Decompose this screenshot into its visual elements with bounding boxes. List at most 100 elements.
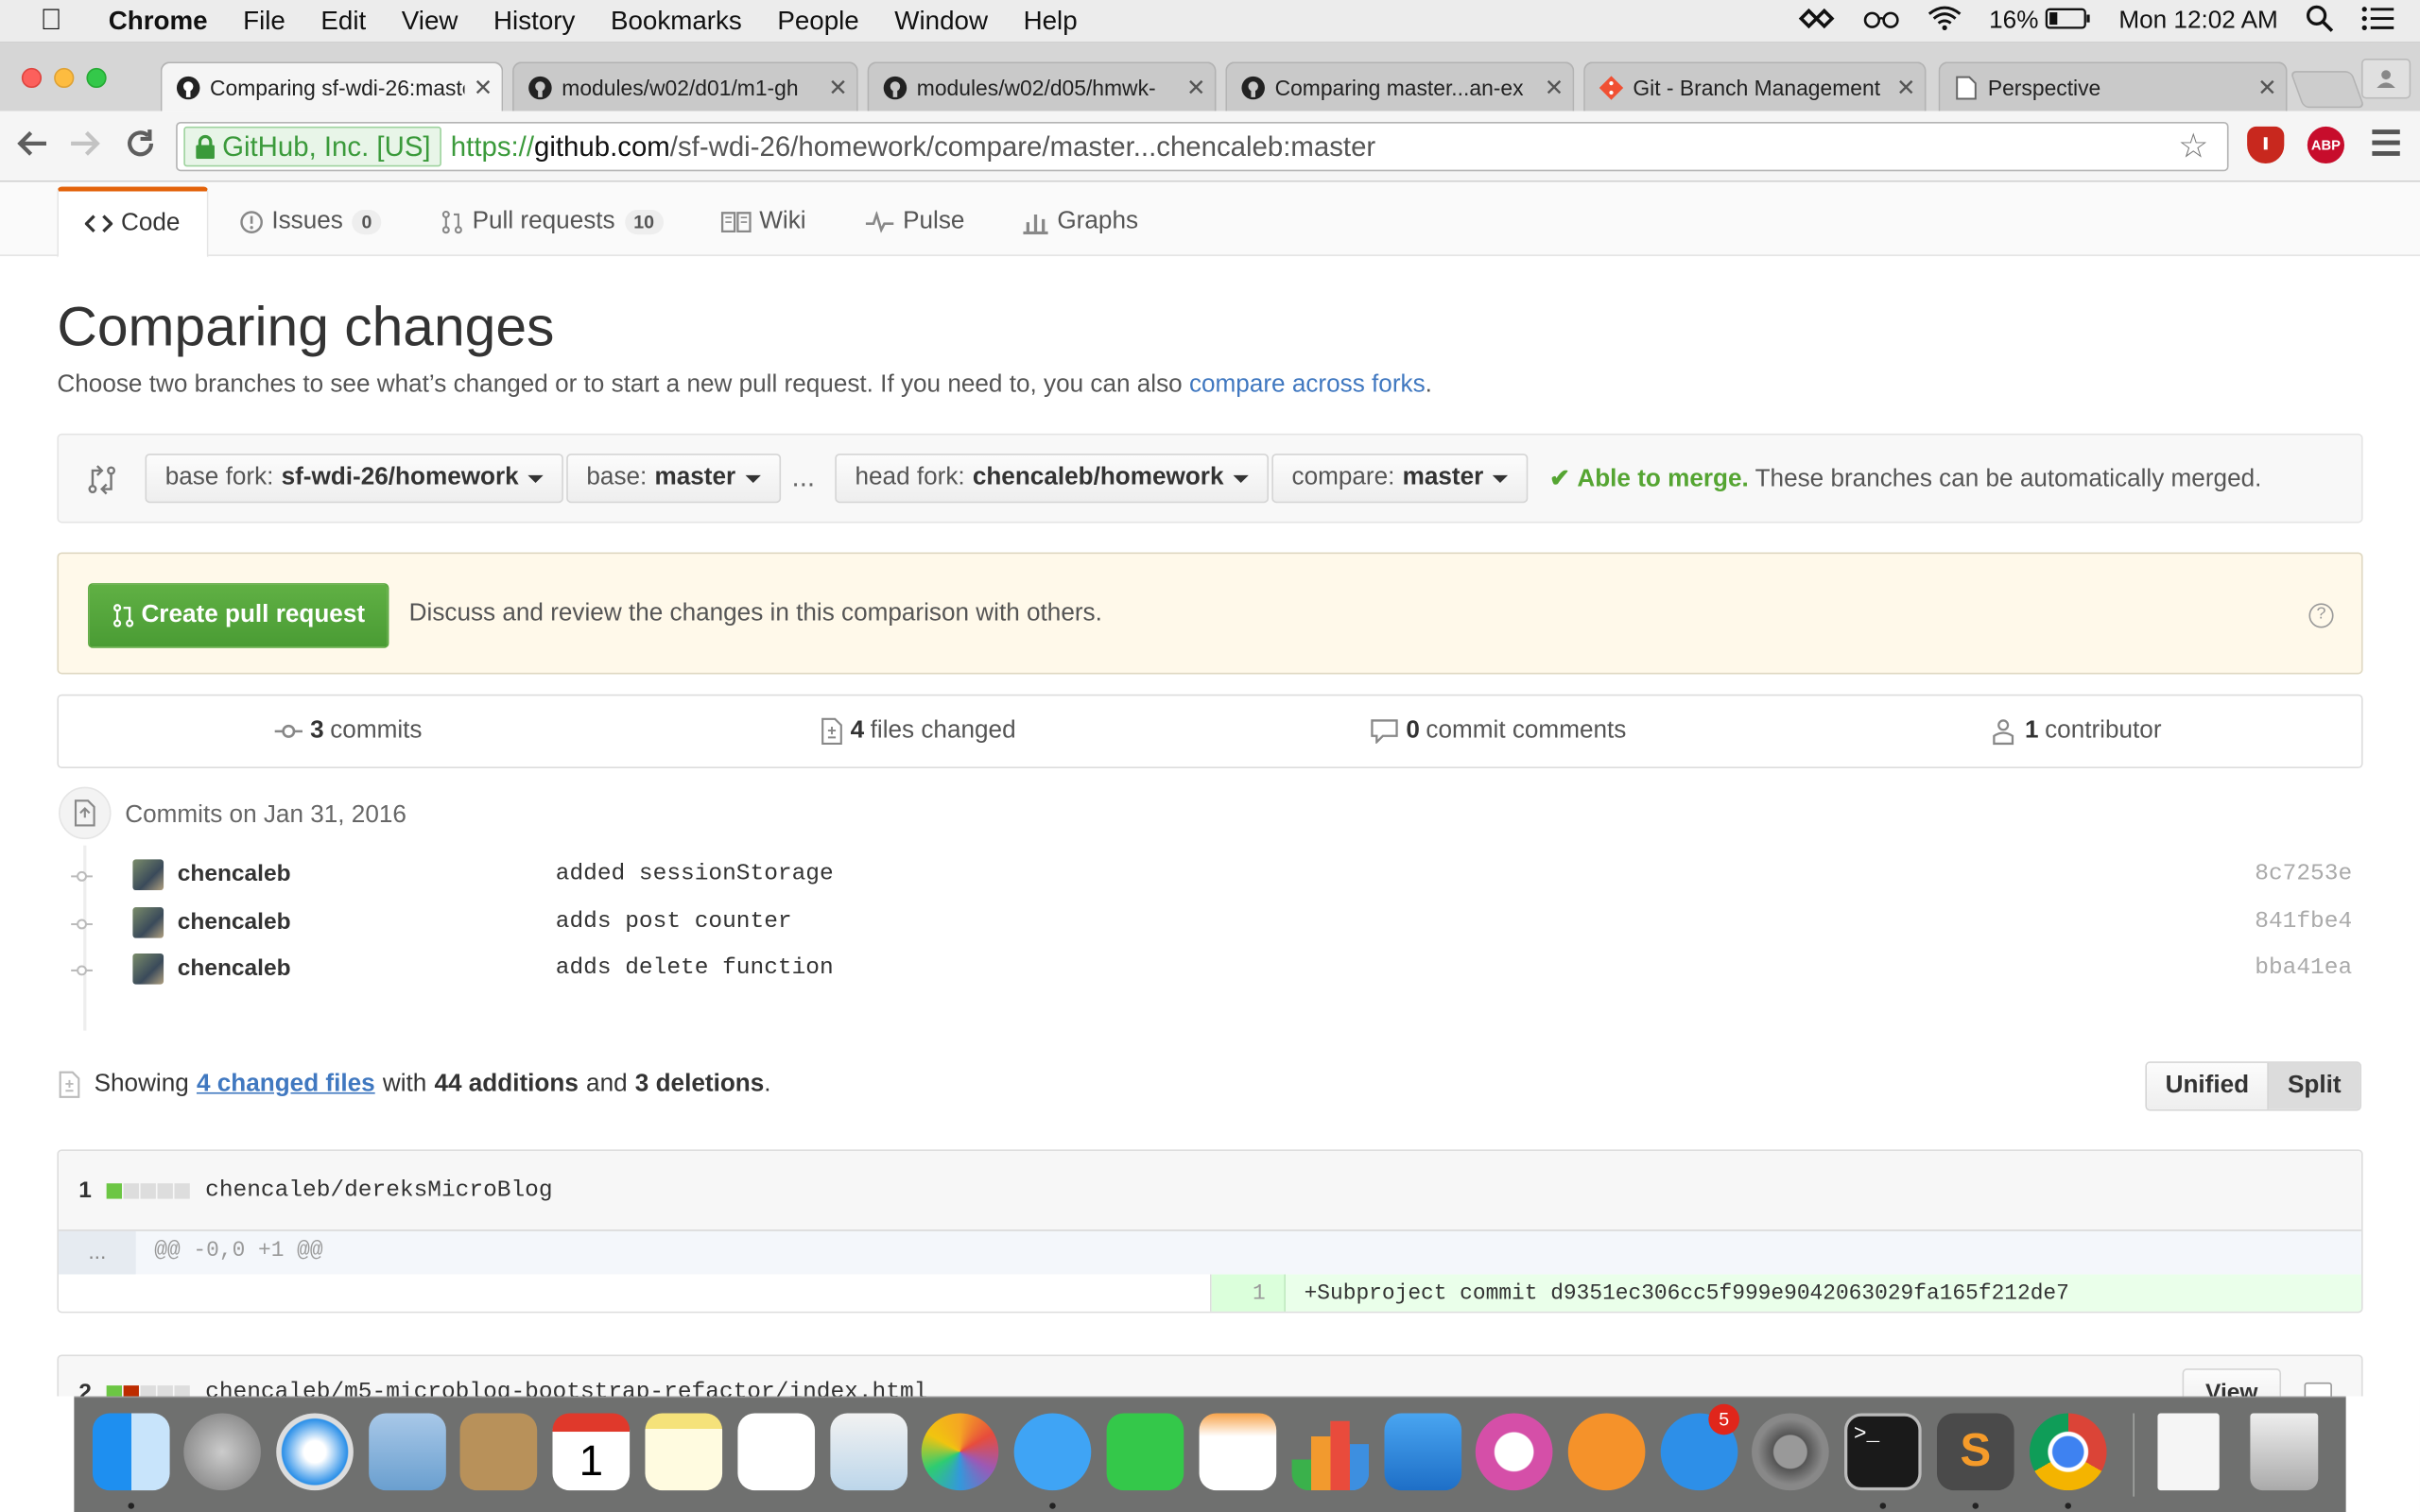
tab-code[interactable]: Code [57,186,209,258]
tab-pull-requests[interactable]: Pull requests 10 [440,187,664,258]
avatar[interactable] [132,953,164,985]
facetime-icon[interactable] [1106,1413,1184,1491]
help-icon[interactable]: ? [2308,603,2334,628]
browser-tab-2[interactable]: modules/w02/d01/m1-gh ✕ [512,61,858,112]
system-preferences-icon[interactable] [1752,1413,1829,1491]
adblock-plus-icon[interactable]: ABP [2307,126,2344,164]
address-bar[interactable]: GitHub, Inc. [US] https://github.com/sf-… [176,121,2229,172]
file-path[interactable]: chencaleb/dereksMicroBlog [205,1177,552,1204]
commits-tab[interactable]: 3 commits [274,717,422,745]
apple-menu-icon[interactable]:  [40,4,61,38]
minimize-window-button[interactable] [54,67,75,89]
browser-tab-3[interactable]: modules/w02/d05/hmwk- ✕ [867,61,1217,112]
zip-file-icon[interactable] [2157,1413,2220,1491]
menu-people[interactable]: People [777,6,858,37]
view-file-button[interactable]: View [2182,1368,2281,1397]
launchpad-icon[interactable] [183,1413,261,1491]
reminders-icon[interactable] [737,1413,816,1491]
back-arrow-icon[interactable] [15,127,49,171]
dropbox-icon[interactable] [1798,7,1835,36]
close-tab-icon[interactable]: ✕ [1888,74,1925,101]
bookmark-star-icon[interactable]: ☆ [2178,127,2208,166]
line-number[interactable]: 1 [1211,1274,1286,1312]
commit-author[interactable]: chencaleb [178,955,291,982]
app-menu[interactable]: Chrome [109,6,208,37]
reload-icon[interactable] [124,127,158,171]
safari-icon[interactable] [276,1413,354,1491]
menu-history[interactable]: History [493,6,575,37]
create-pull-request-button[interactable]: Create pull request [88,583,389,648]
contacts-icon[interactable] [459,1413,538,1491]
unified-button[interactable]: Unified [2147,1062,2268,1109]
chrome-icon[interactable] [2029,1413,2107,1491]
menu-help[interactable]: Help [1024,6,1078,37]
chrome-menu-icon[interactable] [2372,129,2400,162]
pages-icon[interactable] [1199,1413,1277,1491]
commit-sha[interactable]: 8c7253e [2255,861,2352,887]
file-path[interactable]: chencaleb/m5-microblog-bootstrap-refacto… [205,1380,927,1397]
commit-message[interactable]: adds delete function [556,955,834,982]
sublime-text-icon[interactable]: S [1936,1413,2014,1491]
trash-icon[interactable] [2250,1413,2319,1491]
files-changed-tab[interactable]: 4 files changed [821,717,1016,745]
changed-files-link[interactable]: 4 changed files [197,1071,375,1098]
notes-icon[interactable] [645,1413,723,1491]
close-tab-icon[interactable]: ✕ [2249,74,2286,101]
numbers-icon[interactable] [1291,1420,1370,1491]
photos-icon[interactable] [921,1413,999,1491]
menu-file[interactable]: File [243,6,285,37]
new-tab-button[interactable] [2290,71,2365,109]
preview-icon[interactable] [830,1413,908,1491]
file-collapse-icon[interactable] [2304,1382,2332,1397]
tab-graphs[interactable]: Graphs [1022,187,1138,258]
split-button[interactable]: Split [2267,1062,2360,1109]
browser-tab-1[interactable]: Comparing sf-wdi-26:master…chencaleb:mas… [160,61,504,112]
menu-view[interactable]: View [402,6,458,37]
ublock-icon[interactable] [2247,126,2285,164]
menu-window[interactable]: Window [894,6,988,37]
menu-edit[interactable]: Edit [320,6,366,37]
mail-icon[interactable] [369,1413,446,1491]
forward-arrow-icon[interactable] [68,127,102,171]
commit-message[interactable]: added sessionStorage [556,861,834,887]
commit-comments-tab[interactable]: 0 commit comments [1371,717,1626,745]
contributors-tab[interactable]: 1 contributor [1989,717,2162,746]
base-branch-select[interactable]: base: master [566,453,781,504]
commit-row[interactable]: chencaleb adds post counter 841fbe4 [68,904,2368,948]
menu-bookmarks[interactable]: Bookmarks [611,6,742,37]
avatar[interactable] [132,859,164,891]
notification-center-icon[interactable] [2361,6,2395,38]
head-fork-select[interactable]: head fork: chencaleb/homework [835,453,1269,504]
messages-icon[interactable] [1013,1413,1092,1491]
profile-icon[interactable] [2360,59,2411,99]
close-tab-icon[interactable]: ✕ [464,74,501,101]
tab-issues[interactable]: Issues 0 [239,187,382,258]
compare-across-forks-link[interactable]: compare across forks [1189,371,1426,398]
clock[interactable]: Mon 12:02 AM [2118,8,2277,35]
base-fork-select[interactable]: base fork: sf-wdi-26/homework [145,453,564,504]
ev-certificate-badge[interactable]: GitHub, Inc. [US] [183,126,442,167]
terminal-icon[interactable]: >_ [1844,1413,1922,1491]
commit-sha[interactable]: bba41ea [2255,955,2352,982]
glasses-icon[interactable] [1862,7,1899,36]
itunes-icon[interactable] [1475,1413,1553,1491]
browser-tab-5[interactable]: Git - Branch Management ✕ [1583,61,1927,112]
battery-icon[interactable] [2045,7,2091,36]
commit-message[interactable]: adds post counter [556,909,792,936]
wifi-icon[interactable] [1927,5,1962,38]
spotlight-search-icon[interactable] [2306,4,2334,40]
expand-lines-button[interactable]: ... [59,1230,136,1275]
zoom-window-button[interactable] [86,67,107,89]
tab-wiki[interactable]: Wiki [720,187,806,258]
commit-row[interactable]: chencaleb added sessionStorage 8c7253e [68,856,2368,900]
browser-tab-4[interactable]: Comparing master...an-ex ✕ [1225,61,1575,112]
commit-sha[interactable]: 841fbe4 [2255,909,2352,936]
keynote-icon[interactable] [1384,1413,1462,1491]
compare-branch-select[interactable]: compare: master [1271,453,1529,504]
finder-icon[interactable] [92,1413,170,1491]
commit-row[interactable]: chencaleb adds delete function bba41ea [68,951,2368,994]
ibooks-icon[interactable] [1567,1413,1646,1491]
calendar-icon[interactable]: 1 [552,1413,631,1491]
tab-pulse[interactable]: Pulse [864,187,964,258]
avatar[interactable] [132,906,164,938]
